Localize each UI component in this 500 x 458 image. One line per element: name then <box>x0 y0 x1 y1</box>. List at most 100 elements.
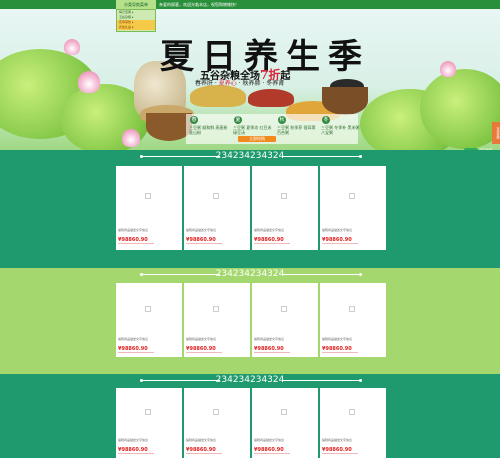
season-badge: 春 <box>190 116 198 124</box>
product-card[interactable]: 编辑商品描述文字信息 ¥98860.90 <box>184 283 250 357</box>
season-badge: 冬 <box>322 116 330 124</box>
image-placeholder-icon <box>213 409 219 415</box>
product-image[interactable] <box>320 166 386 226</box>
section-title: 234234234324 <box>215 151 285 161</box>
image-placeholder-icon <box>281 306 287 312</box>
price-underline <box>254 243 290 244</box>
lotus-flower-icon <box>78 71 100 93</box>
image-placeholder-icon <box>145 306 151 312</box>
product-description[interactable]: 编辑商品描述文字信息 <box>118 228 148 232</box>
product-section: 234234234324 编辑商品描述文字信息 ¥98860.90 编辑商品描述文字信… <box>0 150 500 268</box>
product-image[interactable] <box>184 283 250 335</box>
product-image[interactable] <box>320 283 386 335</box>
price-underline <box>322 243 358 244</box>
season-autumn[interactable]: 秋 三豆粥 秋季养 银耳羹 百合粥 <box>276 116 316 144</box>
product-image[interactable] <box>184 388 250 436</box>
product-card[interactable]: 编辑商品描述文字信息 ¥98860.90 <box>116 388 182 458</box>
bowl-image <box>322 87 368 115</box>
top-nav-bar: 分类导航菜单 亲爱的顾客，欢迎光临本店，祝您购物愉快！ <box>0 0 500 9</box>
slogan-part: 春养肝 · <box>195 80 219 87</box>
store-page: 分类导航菜单 亲爱的顾客，欢迎光临本店，祝您购物愉快！ 夏日养生季 五谷杂粮全场… <box>0 0 500 458</box>
product-description[interactable]: 编辑商品描述文字信息 <box>186 228 216 232</box>
product-card[interactable]: 编辑商品描述文字信息 ¥98860.90 <box>320 166 386 250</box>
product-image[interactable] <box>184 166 250 226</box>
section-title: 234234234324 <box>215 375 285 385</box>
product-description[interactable]: 编辑商品描述文字信息 <box>254 228 284 232</box>
image-placeholder-icon <box>281 193 287 199</box>
product-card[interactable]: 编辑商品描述文字信息 ¥98860.90 <box>184 388 250 458</box>
section-heading: 234234234324 <box>0 150 500 162</box>
image-placeholder-icon <box>145 409 151 415</box>
product-description[interactable]: 编辑商品描述文字信息 <box>186 337 216 341</box>
price-underline <box>186 243 222 244</box>
buy-now-button[interactable]: 立即抢购 <box>238 136 276 142</box>
image-placeholder-icon <box>349 409 355 415</box>
product-section: 234234234324 编辑商品描述文字信息 ¥98860.90 编辑商品描述文字信… <box>0 374 500 458</box>
category-dropdown[interactable]: 每日坚果 ▸ 五谷杂粮 ▸ 花草茶饮 ▸ 养生礼盒 ▸ <box>116 9 156 32</box>
product-card[interactable]: 编辑商品描述文字信息 ¥98860.90 <box>116 283 182 357</box>
category-menu-tab[interactable]: 分类导航菜单 <box>116 0 156 9</box>
lotus-flower-icon <box>64 39 80 55</box>
lotus-flower-icon <box>440 61 456 77</box>
season-slogan: 春养肝 · 夏养心 · 秋养肺 · 冬养肾 <box>195 78 284 87</box>
product-card[interactable]: 编辑商品描述文字信息 ¥98860.90 <box>252 388 318 458</box>
product-description[interactable]: 编辑商品描述文字信息 <box>322 438 352 442</box>
welcome-notice: 亲爱的顾客，欢迎光临本店，祝您购物愉快！ <box>159 2 239 7</box>
price-underline <box>322 352 358 353</box>
product-description[interactable]: 编辑商品描述文字信息 <box>322 228 352 232</box>
image-placeholder-icon <box>349 306 355 312</box>
price-underline <box>118 352 154 353</box>
season-spring[interactable]: 春 三豆粥 顺和鲜 燕麦粉 淮山粉 <box>188 116 228 144</box>
customer-service-tab[interactable]: 在线客服 <box>492 122 500 144</box>
lotus-flower-icon <box>122 129 140 147</box>
product-card[interactable]: 编辑商品描述文字信息 ¥98860.90 <box>252 283 318 357</box>
season-badge: 夏 <box>234 116 242 124</box>
price-underline <box>118 243 154 244</box>
product-section: 234234234324 编辑商品描述文字信息 ¥98860.90 编辑商品描述文字信… <box>0 268 500 374</box>
image-placeholder-icon <box>281 409 287 415</box>
product-image[interactable] <box>252 166 318 226</box>
lotus-leaf-decoration <box>420 69 500 149</box>
section-heading: 234234234324 <box>0 374 500 386</box>
product-card[interactable]: 编辑商品描述文字信息 ¥98860.90 <box>184 166 250 250</box>
product-card[interactable]: 编辑商品描述文字信息 ¥98860.90 <box>320 283 386 357</box>
product-card[interactable]: 编辑商品描述文字信息 ¥98860.90 <box>116 166 182 250</box>
product-card[interactable]: 编辑商品描述文字信息 ¥98860.90 <box>252 166 318 250</box>
season-items: 三豆粥 秋季养 银耳羹 百合粥 <box>277 125 316 135</box>
season-badge: 秋 <box>278 116 286 124</box>
section-title: 234234234324 <box>215 269 285 279</box>
price-underline <box>254 352 290 353</box>
product-image[interactable] <box>320 388 386 436</box>
grain-pile-image <box>248 89 294 107</box>
product-image[interactable] <box>252 283 318 335</box>
product-description[interactable]: 编辑商品描述文字信息 <box>254 438 284 442</box>
price-underline <box>254 453 290 454</box>
slogan-part: · 秋养肺 · 冬养肾 <box>236 80 285 87</box>
product-description[interactable]: 编辑商品描述文字信息 <box>322 337 352 341</box>
product-image[interactable] <box>116 166 182 226</box>
season-winter[interactable]: 冬 三豆粥 冬季补 黑米粥 八宝粥 <box>320 116 360 144</box>
slogan-highlight: 夏养心 <box>218 80 237 87</box>
price-underline <box>118 453 154 454</box>
price-underline <box>322 453 358 454</box>
grain-pile-image <box>190 85 246 107</box>
product-description[interactable]: 编辑商品描述文字信息 <box>254 337 284 341</box>
summer-health-banner[interactable]: 夏日养生季 五谷杂粮全场7折起 春养肝 · 夏养心 · 秋养肺 · 冬养肾 春 … <box>0 9 500 150</box>
image-placeholder-icon <box>213 306 219 312</box>
season-items: 三豆粥 顺和鲜 燕麦粉 淮山粉 <box>189 125 228 135</box>
product-description[interactable]: 编辑商品描述文字信息 <box>118 337 148 341</box>
season-items: 三豆粥 冬季补 黑米粥 八宝粥 <box>321 125 360 135</box>
dropdown-option[interactable]: 养生礼盒 ▸ <box>117 25 155 30</box>
image-placeholder-icon <box>349 193 355 199</box>
image-placeholder-icon <box>145 193 151 199</box>
product-card[interactable]: 编辑商品描述文字信息 ¥98860.90 <box>320 388 386 458</box>
price-underline <box>186 352 222 353</box>
product-description[interactable]: 编辑商品描述文字信息 <box>186 438 216 442</box>
section-heading: 234234234324 <box>0 268 500 280</box>
product-image[interactable] <box>116 388 182 436</box>
product-image[interactable] <box>252 388 318 436</box>
product-image[interactable] <box>116 283 182 335</box>
season-items: 三豆粥 夏季凉 红豆米 绿豆汤 <box>233 125 272 135</box>
price-underline <box>186 453 222 454</box>
product-description[interactable]: 编辑商品描述文字信息 <box>118 438 148 442</box>
